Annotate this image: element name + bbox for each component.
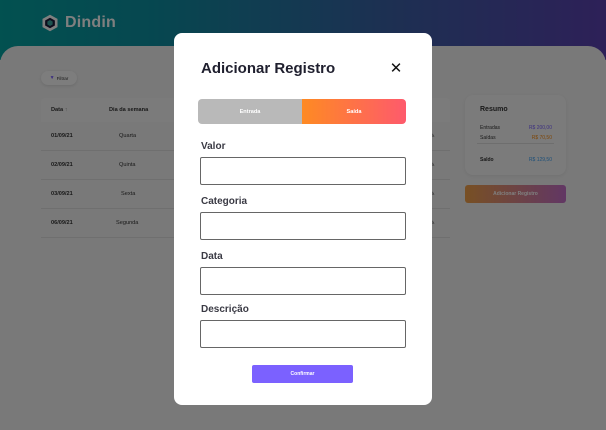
value-field-label: Valor: [201, 141, 226, 152]
date-input[interactable]: [200, 267, 406, 295]
close-icon[interactable]: ✕: [388, 59, 404, 77]
category-input[interactable]: [200, 212, 406, 240]
value-input[interactable]: [200, 157, 406, 185]
description-input[interactable]: [200, 320, 406, 348]
modal-title: Adicionar Registro: [201, 60, 336, 77]
toggle-income-button[interactable]: Entrada: [198, 99, 302, 124]
confirm-button[interactable]: Confirmar: [252, 365, 353, 383]
type-toggle: Entrada Saída: [198, 99, 406, 124]
category-field-label: Categoria: [201, 196, 248, 207]
date-field-label: Data: [201, 251, 223, 262]
add-record-modal: Adicionar Registro ✕ Entrada Saída Valor…: [174, 33, 432, 405]
toggle-expense-button[interactable]: Saída: [302, 99, 406, 124]
description-field-label: Descrição: [201, 304, 249, 315]
